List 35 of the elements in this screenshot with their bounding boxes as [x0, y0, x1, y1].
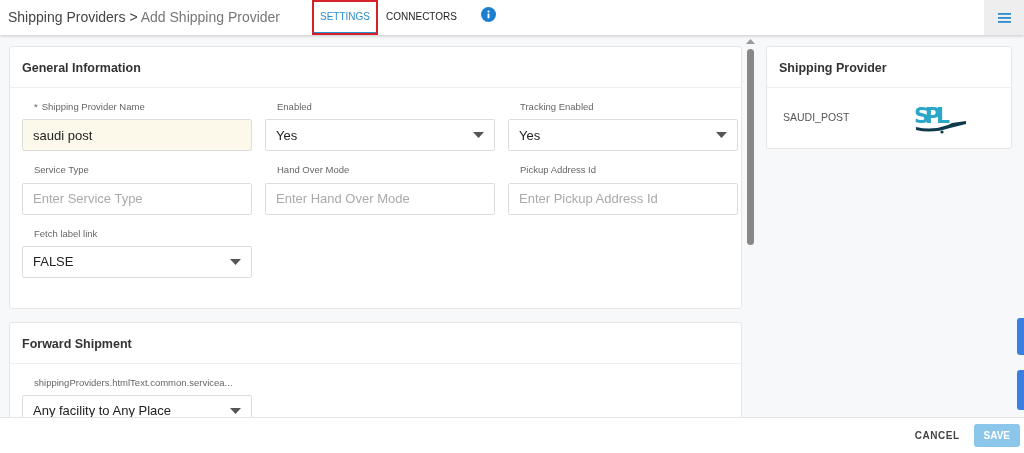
field-label: Pickup Address Id	[520, 164, 597, 176]
scrollbar-thumb[interactable]	[747, 49, 754, 245]
field-label: Service Type	[34, 164, 89, 176]
field-label: Shipping Provider Name	[41, 101, 145, 112]
select-field[interactable]: FALSE	[22, 245, 252, 278]
dropdown-caret-icon	[473, 132, 484, 139]
panel-title: Shipping Provider	[767, 47, 1011, 88]
field-label: Fetch label link	[34, 227, 98, 239]
select-field[interactable]: Yes	[508, 119, 738, 152]
scroll-up-arrow-icon[interactable]	[746, 39, 755, 44]
required-asterisk: *	[34, 101, 38, 112]
tab[interactable]: CONNECTORS	[378, 0, 465, 35]
section-title: General Information	[10, 47, 741, 88]
input-field[interactable]: Enter Pickup Address Id	[508, 182, 738, 215]
dropdown-caret-icon	[716, 132, 727, 139]
side-tab[interactable]	[1017, 370, 1024, 410]
input-field[interactable]: saudi post	[22, 119, 252, 152]
field-label: Tracking Enabled	[520, 101, 594, 112]
field-label: Hand Over Mode	[277, 164, 350, 176]
logo: SPL	[911, 101, 968, 135]
section-title: Forward Shipment	[10, 322, 741, 364]
side-tab[interactable]	[1017, 318, 1024, 355]
provider-code: SAUDI_POST	[783, 110, 850, 126]
input-field[interactable]: Enter Service Type	[22, 182, 252, 215]
select-field[interactable]: Yes	[265, 119, 495, 152]
dropdown-caret-icon	[230, 258, 241, 265]
info-icon[interactable]	[480, 7, 496, 22]
breadcrumb: Shipping Providers > Add Shipping Provider	[7, 8, 281, 27]
cancel-button[interactable]: CANCEL	[908, 427, 966, 444]
dropdown-caret-icon	[230, 408, 241, 414]
menu-icon	[997, 12, 1011, 23]
input-field[interactable]: Enter Hand Over Mode	[265, 182, 495, 215]
field-label: shippingProviders.htmlText.common.servicea...	[34, 376, 233, 388]
field-label: Enabled	[277, 101, 312, 112]
menu-button[interactable]	[984, 0, 1024, 35]
